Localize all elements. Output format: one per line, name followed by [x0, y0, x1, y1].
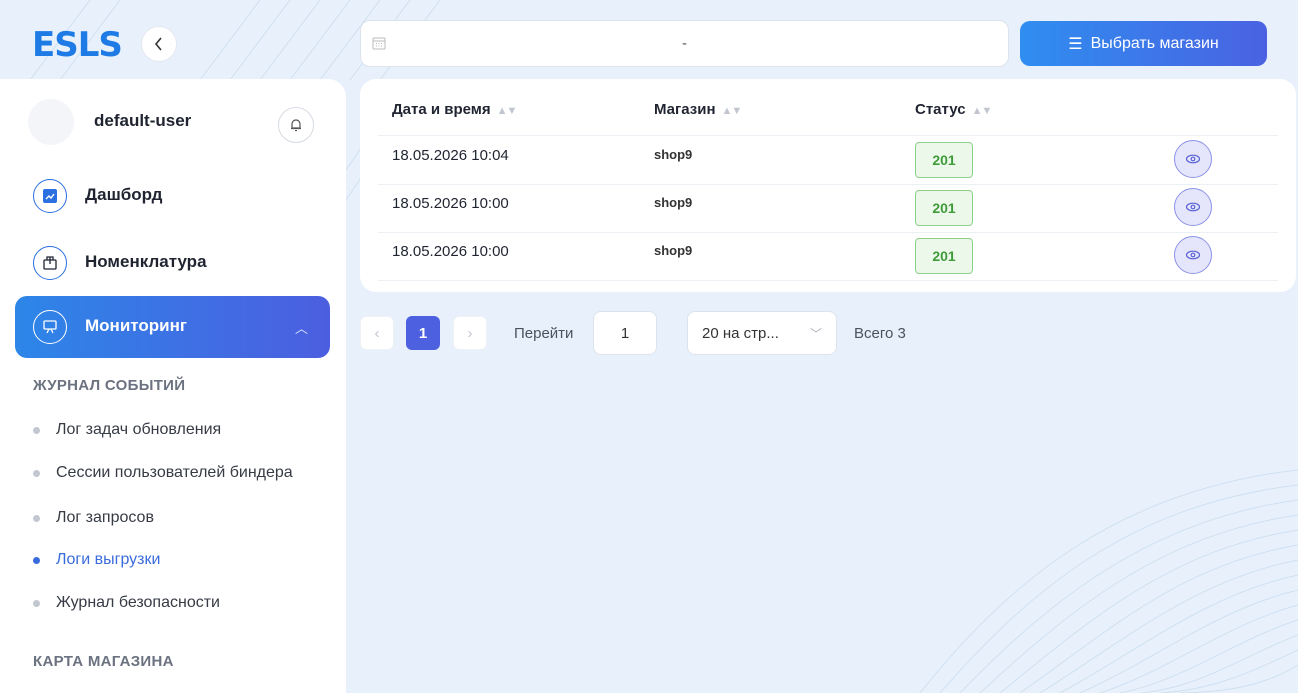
goto-page-input[interactable]: 1	[593, 311, 657, 355]
column-header-date[interactable]: Дата и время ▲▼	[392, 101, 518, 118]
column-header-label: Статус	[915, 101, 966, 118]
select-shop-label: Выбрать магазин	[1090, 34, 1219, 52]
page-size-value: 20 на стр...	[702, 324, 779, 342]
nav-item-dashboard[interactable]: Дашборд	[15, 165, 330, 227]
eye-icon	[1185, 202, 1201, 212]
sidebar: default-user Дашборд Номенклатура Монито…	[0, 79, 346, 693]
nav-item-monitoring[interactable]: Мониторинг ︿	[15, 296, 330, 358]
bullet-dot	[33, 469, 40, 477]
row-divider	[378, 135, 1278, 136]
sidebar-item-label: Лог запросов	[56, 509, 154, 526]
sidebar-item-binder-sessions[interactable]: Сессии пользователей биндера	[33, 464, 293, 482]
total-count: Всего 3	[854, 324, 906, 342]
box-icon	[33, 246, 67, 280]
date-range-input[interactable]: -	[360, 20, 1009, 67]
view-details-button[interactable]	[1174, 236, 1212, 274]
bullet-dot	[33, 556, 40, 564]
sidebar-item-label: Сессии пользователей биндера	[56, 464, 293, 481]
cell-shop: shop9	[654, 147, 693, 162]
view-details-button[interactable]	[1174, 140, 1212, 178]
date-range-value: -	[682, 35, 687, 52]
notifications-button[interactable]	[278, 107, 314, 143]
esls-logo: ESLS	[32, 25, 123, 65]
chart-icon	[33, 179, 67, 213]
bullet-dot	[33, 426, 40, 434]
column-header-status[interactable]: Статус ▲▼	[915, 101, 993, 118]
page-button-current[interactable]: 1	[406, 316, 440, 350]
select-shop-button[interactable]: ☰ Выбрать магазин	[1020, 21, 1267, 66]
sidebar-item-update-tasks-log[interactable]: Лог задач обновления	[33, 421, 221, 439]
bullet-dot	[33, 599, 40, 607]
cell-date: 18.05.2026 10:00	[392, 195, 509, 212]
sidebar-item-label: Журнал безопасности	[56, 594, 220, 611]
sidebar-item-label: Логи выгрузки	[56, 551, 161, 568]
nav-item-nomenclature[interactable]: Номенклатура	[15, 232, 330, 294]
section-title-journal: ЖУРНАЛ СОБЫТИЙ	[33, 377, 186, 394]
chevron-left-icon: ‹	[374, 324, 380, 342]
page-size-select[interactable]: 20 на стр... ﹀	[687, 311, 837, 355]
column-header-label: Дата и время	[392, 101, 491, 118]
row-divider	[378, 184, 1278, 185]
sort-icon[interactable]: ▲▼	[972, 105, 993, 117]
status-badge: 201	[915, 190, 973, 226]
sort-icon[interactable]: ▲▼	[722, 105, 743, 117]
avatar[interactable]	[28, 99, 74, 145]
view-details-button[interactable]	[1174, 188, 1212, 226]
bullet-dot	[33, 514, 40, 522]
cell-date: 18.05.2026 10:00	[392, 243, 509, 260]
eye-icon	[1185, 154, 1201, 164]
prev-page-button[interactable]: ‹	[360, 316, 394, 350]
eye-icon	[1185, 250, 1201, 260]
cell-shop: shop9	[654, 195, 693, 210]
cell-shop: shop9	[654, 243, 693, 258]
next-page-button[interactable]: ›	[453, 316, 487, 350]
column-header-label: Магазин	[654, 101, 716, 118]
sidebar-item-security-journal[interactable]: Журнал безопасности	[33, 594, 220, 612]
sidebar-item-request-log[interactable]: Лог запросов	[33, 509, 154, 527]
section-title-store-map: КАРТА МАГАЗИНА	[33, 653, 174, 670]
status-badge: 201	[915, 142, 973, 178]
username: default-user	[94, 111, 192, 130]
sidebar-item-label: Лог задач обновления	[56, 421, 222, 438]
export-logs-table: Дата и время ▲▼ Магазин ▲▼ Статус ▲▼ 18.05.…	[360, 79, 1296, 292]
collapse-sidebar-button[interactable]	[141, 26, 177, 62]
row-divider	[378, 232, 1278, 233]
bell-icon	[291, 119, 301, 132]
monitor-icon	[33, 310, 67, 344]
chevron-left-icon	[154, 37, 162, 51]
sort-icon[interactable]: ▲▼	[497, 105, 518, 117]
list-icon: ☰	[1068, 35, 1083, 53]
nav-label-dashboard: Дашборд	[85, 185, 163, 204]
column-header-shop[interactable]: Магазин ▲▼	[654, 101, 743, 118]
status-badge: 201	[915, 238, 973, 274]
user-row: default-user	[28, 99, 328, 147]
chevron-down-icon: ﹀	[809, 326, 822, 341]
nav-label-nomenclature: Номенклатура	[85, 252, 207, 271]
cell-date: 18.05.2026 10:04	[392, 147, 509, 164]
chevron-up-icon: ︿	[294, 321, 308, 336]
goto-label: Перейти	[514, 324, 574, 342]
row-divider	[378, 280, 1278, 281]
nav-label-monitoring: Мониторинг	[85, 316, 187, 335]
sidebar-item-export-logs[interactable]: Логи выгрузки	[33, 551, 160, 569]
chevron-right-icon: ›	[467, 324, 473, 342]
